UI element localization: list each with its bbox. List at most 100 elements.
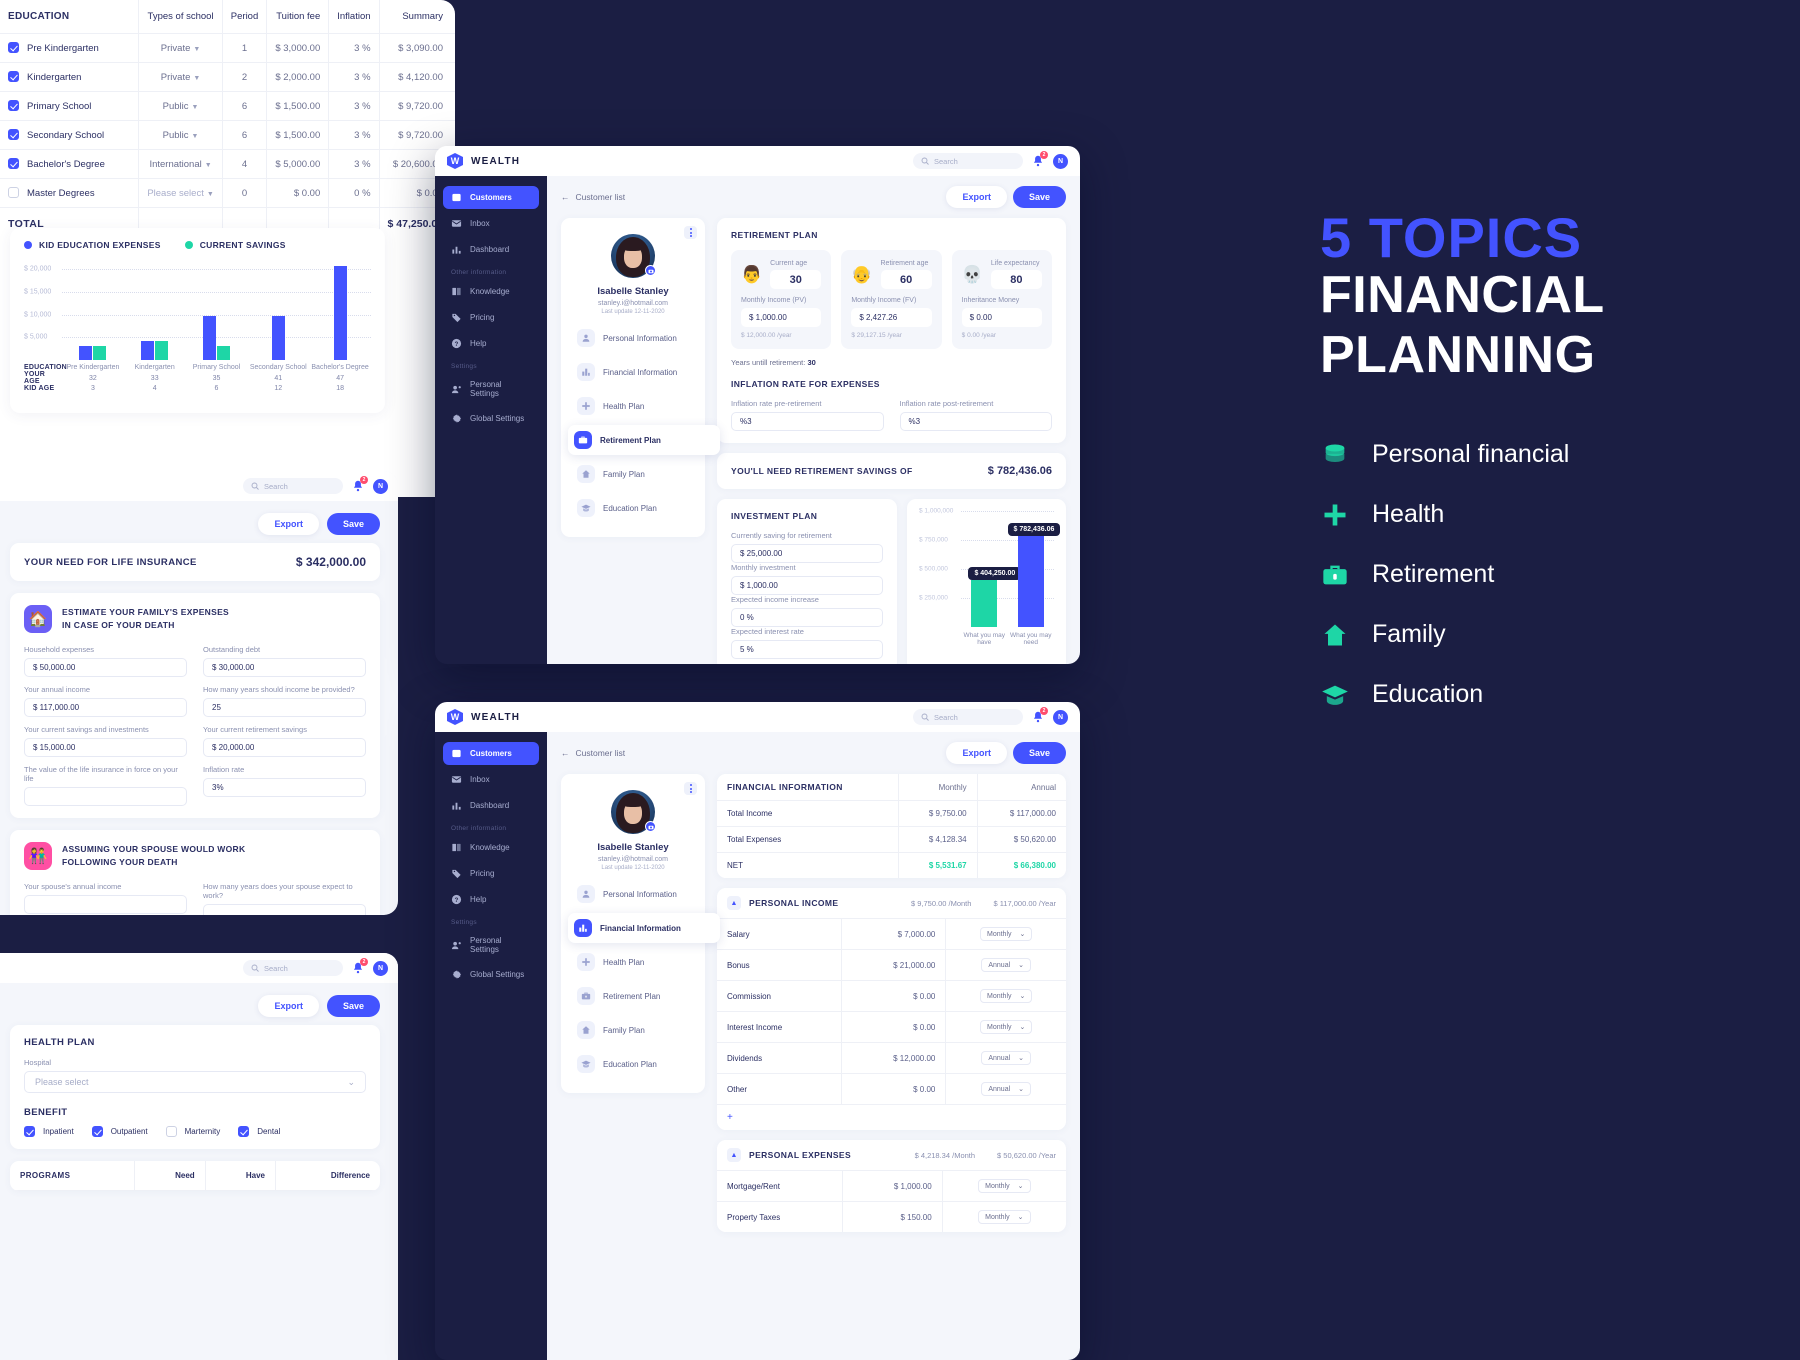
age-value-input[interactable]: 30 [770,270,822,289]
plan-item-education-plan[interactable]: Education Plan [571,493,695,523]
row-school-cell[interactable]: Private ▼ [138,62,223,92]
row-period[interactable]: Monthly ⌄ [942,1202,1066,1233]
breadcrumb[interactable]: ← Customer list Export Save [561,742,1066,764]
notifications-button[interactable]: 2 [351,958,368,975]
benefit-checkbox[interactable] [91,1126,103,1137]
row-school-cell[interactable]: Private ▼ [138,33,223,63]
sidebar-item-dashboard[interactable]: Dashboard [443,794,539,817]
field-input[interactable]: %3 [731,412,884,431]
row-school-cell[interactable]: Public ▼ [138,91,223,121]
sidebar-item-customers[interactable]: Customers [443,742,539,765]
field-input[interactable]: $ 20,000.00 [203,738,366,757]
sidebar-item-dashboard[interactable]: Dashboard [443,238,539,261]
sidebar-item-help[interactable]: ? Help [443,888,539,911]
plan-item-financial-information[interactable]: Financial Information [568,913,720,943]
sidebar-item-pricing[interactable]: Pricing [443,306,539,329]
row-period[interactable]: Monthly ⌄ [945,1011,1066,1043]
field-input[interactable]: 3% [203,778,366,797]
sidebar-item-inbox[interactable]: Inbox [443,212,539,235]
row-period[interactable]: Annual ⌄ [945,1042,1066,1074]
benefit-checkbox[interactable] [165,1126,177,1137]
plan-item-retirement-plan[interactable]: Retirement Plan [571,981,695,1011]
plan-item-retirement-plan[interactable]: Retirement Plan [568,425,720,455]
field-input[interactable]: $ 15,000.00 [24,738,187,757]
save-button[interactable]: Save [1012,186,1066,208]
period-select[interactable]: Monthly ⌄ [978,1210,1031,1224]
row-checkbox[interactable] [8,42,19,53]
more-options-button[interactable] [684,226,697,239]
row-amount[interactable]: $ 0.00 [841,1073,947,1104]
plan-item-family-plan[interactable]: Family Plan [571,1015,695,1045]
sidebar-item-knowledge[interactable]: Knowledge [443,280,539,303]
notifications-button[interactable]: 2 [1031,151,1048,168]
row-checkbox[interactable] [8,71,19,82]
field-input[interactable]: %3 [899,412,1052,431]
export-button[interactable]: Export [946,186,1007,208]
camera-icon[interactable] [645,265,656,276]
benefit-checkbox[interactable] [238,1126,250,1137]
field-input[interactable]: $ 25,000.00 [731,544,883,563]
row-period[interactable]: Monthly ⌄ [942,1171,1066,1202]
sidebar-item-global-settings[interactable]: Global Settings [443,963,539,986]
row-amount[interactable]: $ 150.00 [842,1201,943,1232]
period-select[interactable]: Monthly ⌄ [979,989,1033,1003]
field-input[interactable]: 5 % [731,640,883,659]
period-select[interactable]: Monthly ⌄ [979,927,1033,941]
row-period[interactable]: Annual ⌄ [945,949,1066,981]
field-input[interactable]: $ 117,000.00 [24,698,187,717]
row-period[interactable]: Annual ⌄ [946,1074,1066,1105]
row-amount[interactable]: $ 21,000.00 [841,949,947,981]
avatar[interactable]: N [1053,709,1068,725]
hospital-select[interactable]: Please select ⌄ [24,1071,366,1093]
income-input[interactable]: $ 1,000.00 [741,308,822,327]
field-input[interactable]: 25 [203,698,366,717]
period-select[interactable]: Annual ⌄ [981,958,1032,972]
sidebar-item-customers[interactable]: Customers [443,186,539,209]
export-button[interactable]: Export [946,742,1007,764]
row-period[interactable]: Monthly ⌄ [945,980,1066,1012]
add-income-row-button[interactable]: + [717,1104,1066,1130]
avatar[interactable]: N [373,478,388,494]
personal-expenses-header[interactable]: ▲ PERSONAL EXPENSES $ 4,218.34 /Month $ … [717,1140,1066,1171]
export-button[interactable]: Export [258,995,319,1017]
benefit-checkbox[interactable] [24,1126,35,1137]
benefit-checkbox-item[interactable]: Outpatient [91,1126,148,1137]
plan-item-personal-information[interactable]: Personal Information [571,879,695,909]
sidebar-item-help[interactable]: ? Help [443,332,539,355]
row-school-cell[interactable]: Please select ▼ [138,178,223,208]
save-button[interactable]: Save [326,995,380,1017]
search-input[interactable]: Search [913,153,1023,169]
plan-item-health-plan[interactable]: Health Plan [571,391,695,421]
plan-item-education-plan[interactable]: Education Plan [571,1049,695,1079]
plan-item-family-plan[interactable]: Family Plan [571,459,695,489]
period-select[interactable]: Annual ⌄ [981,1082,1032,1096]
row-checkbox[interactable] [8,158,19,169]
plan-item-health-plan[interactable]: Health Plan [571,947,695,977]
camera-icon[interactable] [645,821,656,832]
row-checkbox[interactable] [8,100,19,111]
age-value-input[interactable]: 60 [880,270,932,289]
personal-income-header[interactable]: ▲ PERSONAL INCOME $ 9,750.00 /Month $ 11… [717,888,1066,919]
row-school-cell[interactable]: International ▼ [138,149,223,179]
sidebar-item-knowledge[interactable]: Knowledge [443,836,539,859]
plan-item-financial-information[interactable]: Financial Information [571,357,695,387]
field-input[interactable] [24,787,187,806]
income-input[interactable]: $ 2,427.26 [851,308,932,327]
row-period[interactable]: Monthly ⌄ [945,919,1066,950]
search-input[interactable]: Search [243,478,343,494]
benefit-checkbox-item[interactable]: Dental [238,1126,280,1137]
row-amount[interactable]: $ 0.00 [841,980,947,1012]
row-amount[interactable]: $ 7,000.00 [841,919,947,950]
export-button[interactable]: Export [258,513,319,535]
field-input[interactable] [203,904,366,915]
income-input[interactable]: $ 0.00 [961,308,1042,327]
avatar[interactable]: N [373,960,388,976]
benefit-checkbox-item[interactable]: Marternity [165,1126,220,1137]
breadcrumb[interactable]: ← Customer list Export Save [561,186,1066,208]
row-checkbox[interactable] [8,187,19,198]
notifications-button[interactable]: 2 [1031,707,1048,724]
period-select[interactable]: Monthly ⌄ [979,1020,1033,1034]
period-select[interactable]: Annual ⌄ [981,1051,1032,1065]
plan-item-personal-information[interactable]: Personal Information [571,323,695,353]
row-amount[interactable]: $ 12,000.00 [841,1042,947,1074]
